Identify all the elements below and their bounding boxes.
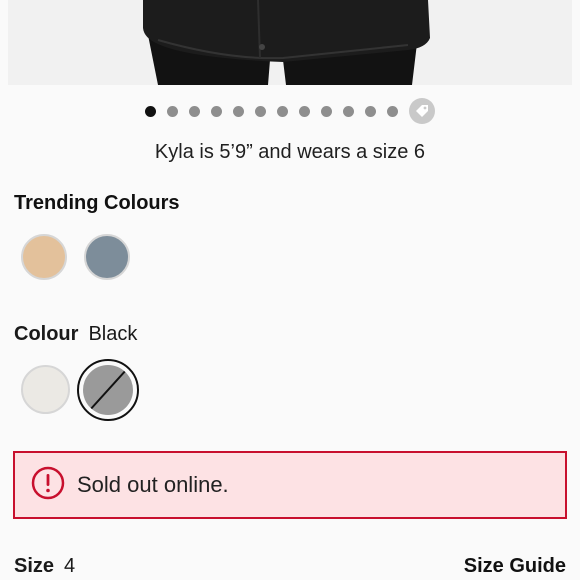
colour-label: Colour	[14, 323, 79, 345]
trending-swatch-slate[interactable]	[84, 234, 130, 280]
carousel-dot[interactable]	[343, 105, 354, 117]
carousel-dot[interactable]	[387, 105, 398, 117]
carousel-dot[interactable]	[365, 105, 376, 117]
carousel-dot[interactable]	[321, 105, 332, 117]
sold-out-alert: Sold out online.	[13, 451, 567, 519]
product-image[interactable]	[8, 0, 572, 85]
alert-text: Sold out online.	[77, 472, 229, 497]
carousel-dot[interactable]	[167, 105, 178, 117]
carousel-dot[interactable]	[299, 105, 310, 117]
image-carousel-dots	[0, 98, 580, 124]
colour-row: Colour Black	[14, 323, 137, 346]
colour-swatch-white[interactable]	[21, 365, 70, 414]
colour-swatch-black-unavailable	[83, 365, 133, 415]
carousel-dot[interactable]	[211, 105, 222, 117]
model-size-note: Kyla is 5’9” and wears a size 6	[154, 141, 426, 163]
size-label: Size	[14, 554, 55, 577]
carousel-dot[interactable]	[145, 105, 156, 117]
trending-swatch-tan[interactable]	[21, 234, 67, 280]
alert-circle-icon	[31, 466, 65, 505]
size-row: Size 4 Size Guide	[14, 552, 566, 580]
carousel-dot[interactable]	[277, 105, 288, 117]
selected-size-value: 4	[64, 554, 76, 577]
colour-swatch-selected[interactable]	[77, 359, 139, 421]
price-tag-icon[interactable]	[409, 98, 435, 124]
carousel-dot[interactable]	[255, 105, 266, 117]
carousel-dot[interactable]	[189, 105, 200, 117]
trending-colours-title: Trending Colours	[14, 192, 180, 214]
carousel-dot[interactable]	[233, 105, 244, 117]
size-guide-link[interactable]: Size Guide	[464, 555, 566, 578]
size-selection: Size 4	[14, 555, 75, 578]
selected-colour-value: Black	[88, 323, 138, 345]
